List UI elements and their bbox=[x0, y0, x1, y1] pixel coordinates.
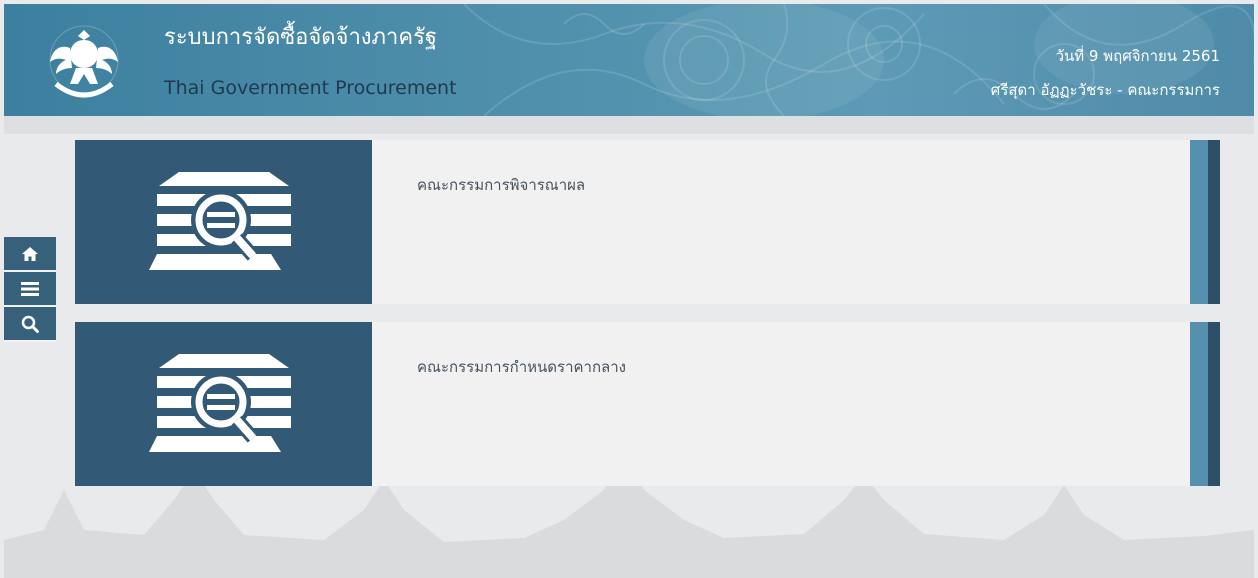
app-title-english: Thai Government Procurement bbox=[164, 77, 457, 99]
card-accent-bar-dark bbox=[1208, 322, 1220, 486]
current-date: วันที่ 9 พฤศจิกายน 2561 bbox=[1055, 47, 1220, 65]
user-info: ศรีสุดา อัฏฏะวัชระ - คณะกรรมการ bbox=[990, 81, 1220, 99]
card-label: คณะกรรมการกำหนดราคากลาง bbox=[417, 358, 626, 376]
document-search-icon bbox=[148, 354, 291, 452]
card-icon-panel bbox=[75, 322, 372, 486]
side-toolbar bbox=[4, 237, 56, 342]
committee-card-median-price[interactable]: คณะกรรมการกำหนดราคากลาง bbox=[75, 322, 1220, 486]
menu-button[interactable] bbox=[4, 272, 56, 307]
card-accent-bar bbox=[1190, 140, 1208, 304]
menu-icon bbox=[21, 281, 39, 296]
home-icon bbox=[22, 246, 38, 261]
card-icon-panel bbox=[75, 140, 372, 304]
logo bbox=[44, 22, 124, 102]
search-icon bbox=[21, 315, 39, 333]
app-title-thai: ระบบการจัดซื้อจัดจ้างภาครัฐ bbox=[164, 25, 438, 50]
app-header: ระบบการจัดซื้อจัดจ้างภาครัฐ Thai Governm… bbox=[4, 4, 1254, 116]
garuda-seal-icon bbox=[49, 25, 119, 98]
search-button[interactable] bbox=[4, 307, 56, 342]
card-label: คณะกรรมการพิจารณาผล bbox=[417, 176, 586, 194]
committee-card-evaluation[interactable]: คณะกรรมการพิจารณาผล bbox=[75, 140, 1220, 304]
content-top-band bbox=[4, 116, 1254, 134]
card-accent-bar bbox=[1190, 322, 1208, 486]
home-button[interactable] bbox=[4, 237, 56, 272]
document-search-icon bbox=[148, 172, 291, 270]
card-accent-bar-dark bbox=[1208, 140, 1220, 304]
